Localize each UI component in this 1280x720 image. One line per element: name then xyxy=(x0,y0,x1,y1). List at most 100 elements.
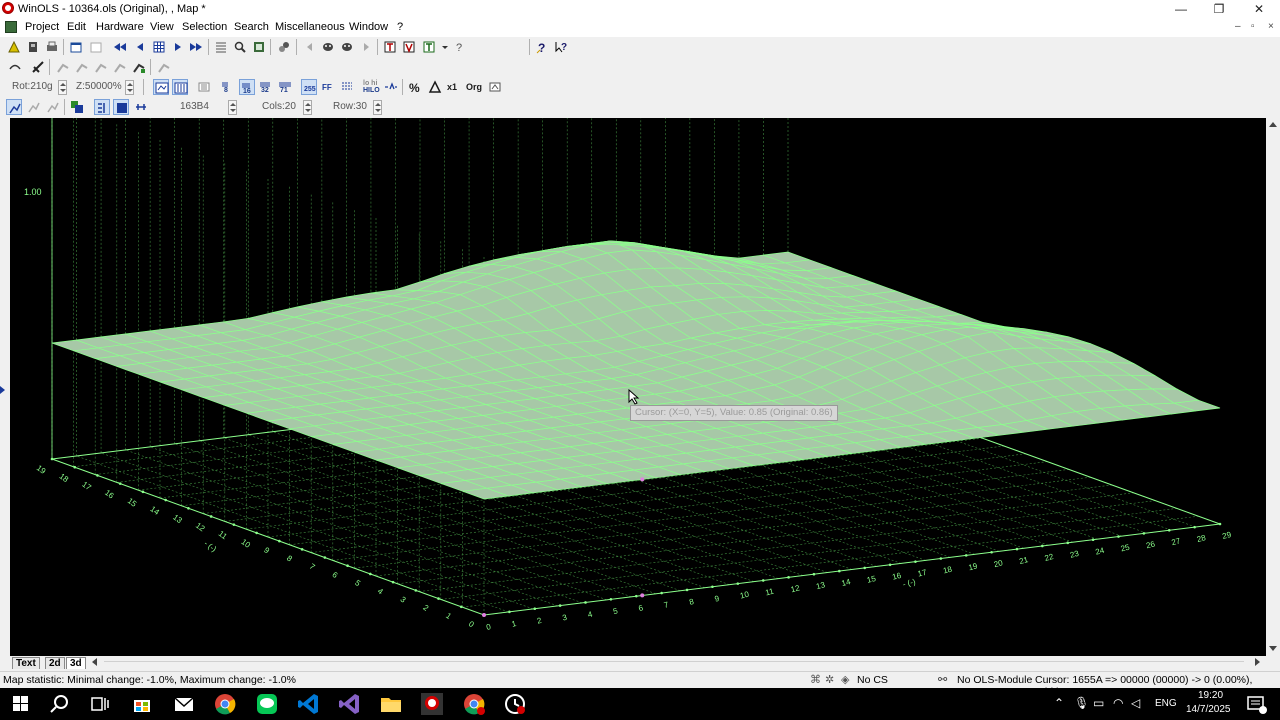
signed-icon[interactable] xyxy=(383,79,399,95)
original-icon[interactable]: Org xyxy=(465,79,485,95)
status-link-icon[interactable]: ⌘ xyxy=(810,673,821,686)
map-layout-icon[interactable] xyxy=(94,99,110,115)
help-question-icon[interactable]: ? xyxy=(452,39,468,55)
print-icon[interactable] xyxy=(44,39,60,55)
menu-miscellaneous[interactable]: Miscellaneous xyxy=(275,21,345,33)
left-panel-strip[interactable] xyxy=(0,118,10,656)
tab-3d[interactable]: 3d xyxy=(66,657,86,669)
document-icon[interactable] xyxy=(5,21,17,33)
map-3d-surface[interactable]: 1.000 1 2 3 4 5 6 7 8 9 10 11 12 13 14 15 16 17 18 19 20 21 22… xyxy=(10,118,1266,656)
menu-view[interactable]: View xyxy=(150,21,174,33)
battery-icon[interactable]: ▭ xyxy=(1093,696,1104,710)
map-tool-icon[interactable] xyxy=(6,99,22,115)
status-sync-icon[interactable]: ◈ xyxy=(841,673,849,686)
map-list-icon[interactable] xyxy=(213,39,229,55)
chrome-icon[interactable] xyxy=(213,692,237,716)
row-spinner[interactable] xyxy=(373,100,382,115)
address-spinner[interactable] xyxy=(228,100,237,115)
difference-icon[interactable] xyxy=(427,79,443,95)
find-map-icon[interactable] xyxy=(232,39,248,55)
hilo-icon[interactable]: lo hi HILO xyxy=(362,79,380,95)
map-tool-c-icon[interactable] xyxy=(45,99,61,115)
tray-overflow-icon[interactable]: ⌃ xyxy=(1054,696,1064,710)
new-project-icon[interactable] xyxy=(6,39,22,55)
map-3d-view[interactable]: 1.00 0 1 2 3 4 5 6 7 8 9 10 11 12 13 14 15 16 17 18 19 20 21 22… xyxy=(10,118,1266,656)
width-16-icon[interactable]: 16 xyxy=(239,79,255,95)
project-window-icon[interactable] xyxy=(421,39,437,55)
vscode-icon[interactable] xyxy=(297,692,321,716)
menu-window[interactable]: Window xyxy=(349,21,388,33)
grid-view-icon[interactable] xyxy=(151,39,167,55)
width-32-icon[interactable]: 32 xyxy=(258,79,274,95)
minimize-button[interactable]: — xyxy=(1162,0,1200,18)
next-map-icon[interactable] xyxy=(170,39,186,55)
volume-icon[interactable]: ◁ xyxy=(1131,696,1140,710)
mdi-minimize-button[interactable]: ‒ xyxy=(1235,21,1241,32)
width-8-icon[interactable]: 8 xyxy=(220,79,236,95)
hex-icon[interactable]: FF xyxy=(320,79,336,95)
dropdown-arrow-icon[interactable] xyxy=(437,39,453,55)
mdi-restore-button[interactable]: ▫ xyxy=(1251,21,1255,32)
tool-a-disabled-icon[interactable] xyxy=(55,59,71,75)
winols-taskbar-icon[interactable] xyxy=(420,692,444,716)
view-mode-a-icon[interactable] xyxy=(153,79,169,95)
line-app-icon[interactable] xyxy=(255,692,279,716)
map-fill-icon[interactable] xyxy=(113,99,129,115)
visual-studio-icon[interactable] xyxy=(338,692,362,716)
windows-start-icon[interactable] xyxy=(9,692,33,716)
map-color-icon[interactable] xyxy=(69,99,85,115)
help-icon[interactable]: ? xyxy=(534,39,550,55)
factor-icon[interactable]: x1 xyxy=(446,79,462,95)
window-disabled-icon[interactable] xyxy=(88,39,104,55)
text-view-icon[interactable] xyxy=(382,39,398,55)
view-mode-b-icon[interactable] xyxy=(172,79,188,95)
tool-f-disabled-icon[interactable] xyxy=(156,59,172,75)
online-dual-icon[interactable] xyxy=(339,39,355,55)
menu-selection[interactable]: Selection xyxy=(182,21,227,33)
expand-panel-icon[interactable] xyxy=(0,386,9,394)
scroll-right-icon[interactable] xyxy=(1255,658,1260,666)
horizontal-scrollbar[interactable] xyxy=(104,661,1244,662)
cols-spinner[interactable] xyxy=(303,100,312,115)
percent-icon[interactable]: % xyxy=(407,79,423,95)
close-button[interactable]: ✕ xyxy=(1240,0,1278,18)
file-explorer-icon[interactable] xyxy=(379,692,403,716)
vertical-scrollbar[interactable] xyxy=(1266,118,1280,656)
previous-map-icon[interactable] xyxy=(132,39,148,55)
edit-tool-icon[interactable] xyxy=(30,59,46,75)
menu-search[interactable]: Search xyxy=(234,21,269,33)
verify-icon[interactable] xyxy=(401,39,417,55)
clock-date[interactable]: 14/7/2025 xyxy=(1186,704,1231,715)
back-disabled-icon[interactable] xyxy=(302,39,318,55)
task-view-icon[interactable] xyxy=(88,692,112,716)
menu-edit[interactable]: Edit xyxy=(67,21,86,33)
mail-icon[interactable] xyxy=(172,692,196,716)
mdi-close-button[interactable]: × xyxy=(1268,21,1274,32)
scroll-up-icon[interactable] xyxy=(1269,122,1277,127)
search-icon[interactable] xyxy=(48,692,72,716)
zoom-spinner[interactable] xyxy=(125,80,134,95)
tab-text[interactable]: Text xyxy=(12,657,40,669)
clock-time[interactable]: 19:20 xyxy=(1198,690,1223,701)
decimal-icon[interactable]: 255 xyxy=(301,79,317,95)
compare-icon[interactable] xyxy=(487,79,503,95)
first-map-icon[interactable] xyxy=(112,39,128,55)
microphone-icon[interactable]: 🎙 xyxy=(1074,696,1089,710)
view-mode-c-icon[interactable] xyxy=(196,79,212,95)
wifi-icon[interactable]: ◠ xyxy=(1113,696,1123,710)
online-icon[interactable] xyxy=(320,39,336,55)
checksum-icon[interactable] xyxy=(251,39,267,55)
chrome-profile-icon[interactable] xyxy=(462,692,486,716)
menu-help[interactable]: ? xyxy=(397,21,403,33)
tool-e-icon[interactable] xyxy=(131,59,147,75)
tool-b-disabled-icon[interactable] xyxy=(74,59,90,75)
scroll-down-icon[interactable] xyxy=(1269,646,1277,651)
map-tool-b-icon[interactable] xyxy=(26,99,42,115)
tools-icon[interactable] xyxy=(276,39,292,55)
rotation-spinner[interactable] xyxy=(58,80,67,95)
tab-2d[interactable]: 2d xyxy=(45,657,65,669)
open-project-icon[interactable] xyxy=(25,39,41,55)
store-icon[interactable] xyxy=(130,692,154,716)
window-icon[interactable] xyxy=(68,39,84,55)
tool-d-disabled-icon[interactable] xyxy=(112,59,128,75)
